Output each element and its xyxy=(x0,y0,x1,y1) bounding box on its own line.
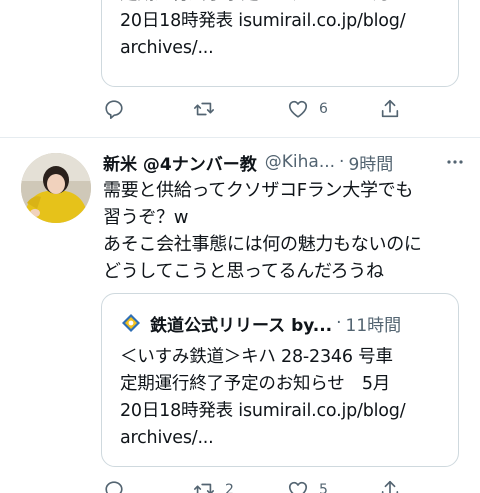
retweet-button[interactable]: 2 xyxy=(193,478,234,493)
reply-icon xyxy=(105,481,123,493)
tweet-text: 需要と供給ってクソザコFラン大学でも 習うぞ？w あそこ会社事態には何の魅力もな… xyxy=(103,177,422,285)
avatar-image xyxy=(21,153,91,223)
quoted-tweet-card[interactable]: 定期運行終了予定のお知らせ 5月 20日18時発表 isumirail.co.j… xyxy=(101,0,459,87)
reply-icon xyxy=(105,100,123,119)
separator-dot: · xyxy=(336,313,342,333)
railway-logo-icon xyxy=(122,314,140,332)
quoted-author-name: 鉄道公式リリース by... xyxy=(150,315,333,336)
author-handle[interactable]: @Kiha... xyxy=(265,152,335,172)
reply-button[interactable] xyxy=(103,478,135,493)
like-count: 5 xyxy=(319,482,328,493)
quote-line: 定期運行終了予定のお知らせ 5月 xyxy=(120,374,391,394)
reply-button[interactable] xyxy=(103,97,135,121)
tweet-actions: 2 5 xyxy=(103,478,403,493)
avatar[interactable] xyxy=(21,153,91,223)
share-button[interactable] xyxy=(379,97,411,121)
tweet-timestamp[interactable]: 9時間 xyxy=(348,150,393,175)
quote-line: 20日18時発表 isumirail.co.jp/blog/ xyxy=(120,401,406,421)
tweet-text-line: あそこ会社事態には何の魅力もないのに xyxy=(103,234,422,255)
like-button[interactable]: 5 xyxy=(287,478,328,493)
retweet-count: 2 xyxy=(225,482,234,493)
tweet-previous[interactable]: 定期運行終了予定のお知らせ 5月 20日18時発表 isumirail.co.j… xyxy=(0,0,480,138)
author-name[interactable]: 新米 @4ナンバー教 xyxy=(103,150,257,175)
tweet-actions: 6 xyxy=(103,97,403,121)
retweet-icon xyxy=(194,102,214,116)
tweet-text-line: 需要と供給ってクソザコFラン大学でも xyxy=(103,180,414,201)
quote-line: archives/... xyxy=(120,38,214,58)
share-icon xyxy=(381,99,399,118)
like-button[interactable]: 6 xyxy=(287,97,328,121)
share-icon xyxy=(381,480,399,493)
quoted-timestamp: 11時間 xyxy=(345,315,402,336)
quote-line: 定期運行終了予定のお知らせ 5月 xyxy=(120,0,405,8)
quoted-tweet-text: 定期運行終了予定のお知らせ 5月 20日18時発表 isumirail.co.j… xyxy=(120,0,406,62)
tweet[interactable]: 新米 @4ナンバー教 @Kiha... · 9時間 需要と供給ってクソザコFラン… xyxy=(0,139,480,493)
like-count: 6 xyxy=(319,101,328,117)
quote-line: archives/... xyxy=(120,428,214,448)
quoted-tweet-header: 鉄道公式リリース by... · 11時間 xyxy=(120,308,401,338)
retweet-button[interactable] xyxy=(193,97,225,121)
tweet-text-line: 習うぞ？w xyxy=(103,207,189,228)
tweet-text-line: どうしてこうと思ってるんだろうね xyxy=(103,261,384,282)
quoted-tweet-card[interactable]: 鉄道公式リリース by... · 11時間 ＜いすみ鉄道＞キハ 28-2346 … xyxy=(101,293,459,467)
share-button[interactable] xyxy=(379,478,411,493)
more-options-icon[interactable] xyxy=(445,154,465,170)
heart-icon xyxy=(288,481,308,493)
retweet-icon xyxy=(194,483,214,493)
quoted-tweet-text: ＜いすみ鉄道＞キハ 28-2346 号車 定期運行終了予定のお知らせ 5月 20… xyxy=(120,344,406,452)
separator-dot: · xyxy=(339,152,345,172)
heart-icon xyxy=(288,100,308,118)
tweet-header: 新米 @4ナンバー教 @Kiha... · 9時間 xyxy=(103,150,465,175)
quote-line: ＜いすみ鉄道＞キハ 28-2346 号車 xyxy=(120,347,393,367)
quote-line: 20日18時発表 isumirail.co.jp/blog/ xyxy=(120,11,406,31)
